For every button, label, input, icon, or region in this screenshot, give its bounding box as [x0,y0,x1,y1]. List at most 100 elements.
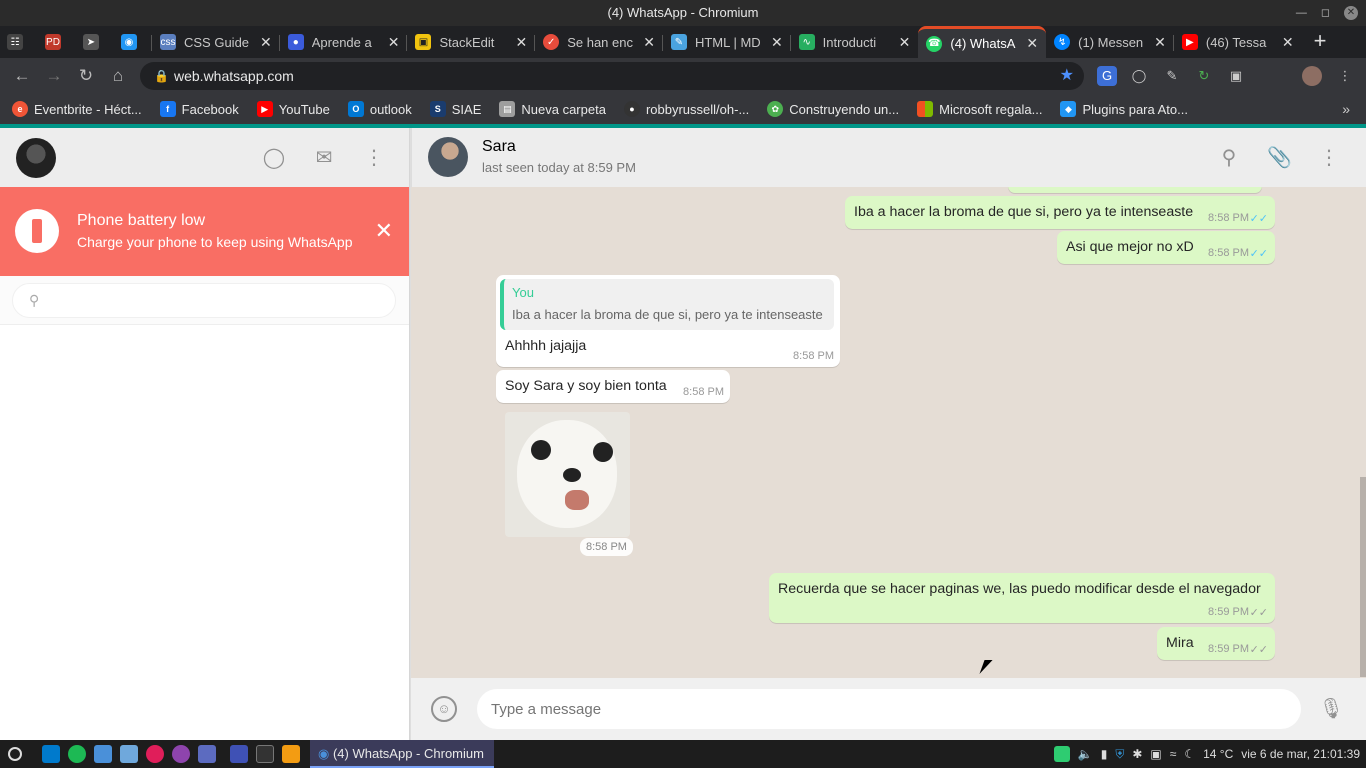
tab-se-han[interactable]: ✓ Se han enc ✕ [535,26,663,58]
dog-sticker[interactable] [505,412,630,537]
chat-menu-icon[interactable]: ⋮ [1317,146,1341,170]
tab-pinned-library[interactable]: ☷ [0,26,38,58]
close-icon[interactable]: ✕ [375,218,393,244]
new-tab-button[interactable]: + [1302,26,1339,58]
tab-messenger[interactable]: ↯ (1) Messen ✕ [1046,26,1174,58]
message-bubble[interactable]: Mira 8:59 PM ✓✓ [1157,627,1275,660]
tab-pinned-pd[interactable]: PD [38,26,76,58]
box-app-icon[interactable] [120,745,138,763]
taskbar-active-task[interactable]: ◉ (4) WhatsApp - Chromium [310,740,494,768]
tab-aprende[interactable]: ● Aprende a ✕ [280,26,408,58]
firefox-icon[interactable] [282,745,300,763]
css-icon: css [160,34,176,50]
message-input[interactable] [477,689,1301,729]
new-chat-icon[interactable]: ✉ [312,146,336,170]
bookmark-facebook[interactable]: f Facebook [159,101,239,117]
tab-close-icon[interactable]: ✕ [1282,34,1294,51]
message-text: Ahhhh jajajja [505,338,587,354]
extension-pen-icon[interactable]: ✎ [1162,66,1182,86]
message-bubble[interactable]: Recuerda que se hacer paginas we, las pu… [769,573,1275,623]
microphone-icon[interactable]: 🎙 [1319,696,1344,721]
address-bar[interactable]: 🔒 web.whatsapp.com ★ [140,62,1084,90]
tab-close-icon[interactable]: ✕ [1154,34,1166,51]
message-text: Asi que mejor no xD [1066,239,1194,255]
podcast-icon[interactable] [172,745,190,763]
bookmark-folder[interactable]: ▤ Nueva carpeta [499,101,606,117]
bookmark-outlook[interactable]: Ooutlook [347,101,412,117]
volume-icon[interactable]: 🔈 [1078,747,1093,761]
message-bubble-reply[interactable]: You Iba a hacer la broma de que si, pero… [496,275,840,367]
tab-pinned-telegram[interactable]: ➤ [76,26,114,58]
message-bubble[interactable]: Asi que mejor no xD 8:58 PM ✓✓ [1057,231,1275,264]
tray-app-icon[interactable] [1053,746,1070,762]
more-bookmarks-icon[interactable]: » [1342,101,1350,117]
tab-whatsapp[interactable]: ☎ (4) WhatsA ✕ [918,26,1047,58]
tab-close-icon[interactable]: ✕ [643,34,655,51]
close-window-icon[interactable]: ✕ [1344,6,1358,20]
reload-icon[interactable]: ↻ [70,66,102,86]
attach-icon[interactable]: 📎 [1267,146,1292,170]
camera-icon[interactable]: ▣ [1150,747,1161,761]
home-icon[interactable]: ⌂ [102,66,134,86]
back-icon[interactable]: ← [6,66,38,86]
quoted-message[interactable]: You Iba a hacer la broma de que si, pero… [500,279,834,330]
tab-close-icon[interactable]: ✕ [260,34,272,51]
bookmark-construyendo[interactable]: ✿ Construyendo un... [767,101,899,117]
search-messages-icon[interactable]: ⚲ [1217,146,1241,170]
menu-start-icon[interactable] [8,747,22,761]
grammar-icon[interactable]: ↻ [1194,66,1214,86]
translate-icon[interactable]: G [1097,66,1117,86]
pocket-icon[interactable]: ◯ [1129,66,1149,86]
search-input[interactable] [63,290,383,312]
search-box[interactable]: ⚲ [12,283,396,318]
bookmark-siae[interactable]: S SIAE [429,101,481,117]
tab-youtube[interactable]: ▶ (46) Tessa ✕ [1174,26,1302,58]
spotify-icon[interactable] [68,745,86,763]
bookmark-plugins[interactable]: ◆ Plugins para Ato... [1060,101,1188,117]
my-avatar[interactable] [16,138,56,178]
sidebar-header: ◯ ✉ ⋮ [0,128,409,187]
message-bubble[interactable]: Iba a hacer la broma de que si, pero ya … [845,196,1275,229]
tab-close-icon[interactable]: ✕ [771,34,783,51]
shield-icon[interactable]: ⛨ [1115,747,1124,762]
maximize-icon[interactable]: ◻ [1321,0,1330,26]
bookmark-github[interactable]: ● robbyrussell/oh-... [623,101,749,117]
chat-scrollbar[interactable] [1360,477,1366,677]
minimize-icon[interactable]: — [1296,0,1307,26]
tab-close-icon[interactable]: ✕ [515,34,527,51]
bookmark-star-icon[interactable]: ★ [1060,62,1074,90]
tab-stackedit[interactable]: ▣ StackEdit ✕ [407,26,535,58]
slack-icon[interactable] [146,745,164,763]
tab-close-icon[interactable]: ✕ [388,34,400,51]
wifi-icon[interactable]: ≈ [1170,747,1177,761]
screenshot-icon[interactable]: ▣ [1226,66,1246,86]
bookmark-youtube[interactable]: ▶ YouTube [256,101,330,117]
bookmark-microsoft[interactable]: Microsoft regala... [917,101,1042,117]
menu-icon[interactable]: ⋮ [362,146,386,170]
emoji-icon[interactable]: ☺ [431,696,457,722]
usb-icon[interactable]: ▮ [1101,747,1108,761]
tab-introduction[interactable]: ∿ Introducti ✕ [791,26,919,58]
message-text: Soy Sara y soy bien tonta [505,378,667,394]
tab-close-icon[interactable]: ✕ [1026,35,1038,52]
tab-close-icon[interactable]: ✕ [899,34,911,51]
status-icon[interactable]: ◯ [262,146,286,170]
contact-avatar[interactable] [428,137,468,177]
forward-icon[interactable]: → [38,66,70,86]
contact-name[interactable]: Sara [482,138,516,156]
vscode-icon[interactable] [42,745,60,763]
terminal-icon[interactable] [256,745,274,763]
profile-avatar-icon[interactable] [1302,66,1322,86]
tab-css-guide[interactable]: css CSS Guide ✕ [152,26,280,58]
chromium-icon[interactable] [94,745,112,763]
tab-html-md[interactable]: ✎ HTML | MD ✕ [663,26,791,58]
message-bubble[interactable]: Soy Sara y soy bien tonta 8:58 PM [496,370,730,403]
files-icon[interactable] [230,745,248,763]
slack-tray-icon[interactable]: ✱ [1132,747,1142,761]
browser-menu-icon[interactable]: ⋮ [1335,66,1355,86]
clock[interactable]: vie 6 de mar, 21:01:39 [1241,747,1360,761]
quote-text: Iba a hacer la broma de que si, pero ya … [512,307,823,322]
tab-pinned-drop[interactable]: ◉ [114,26,152,58]
window-icon[interactable] [198,745,216,763]
bookmark-eventbrite[interactable]: e Eventbrite - Héct... [12,101,142,117]
